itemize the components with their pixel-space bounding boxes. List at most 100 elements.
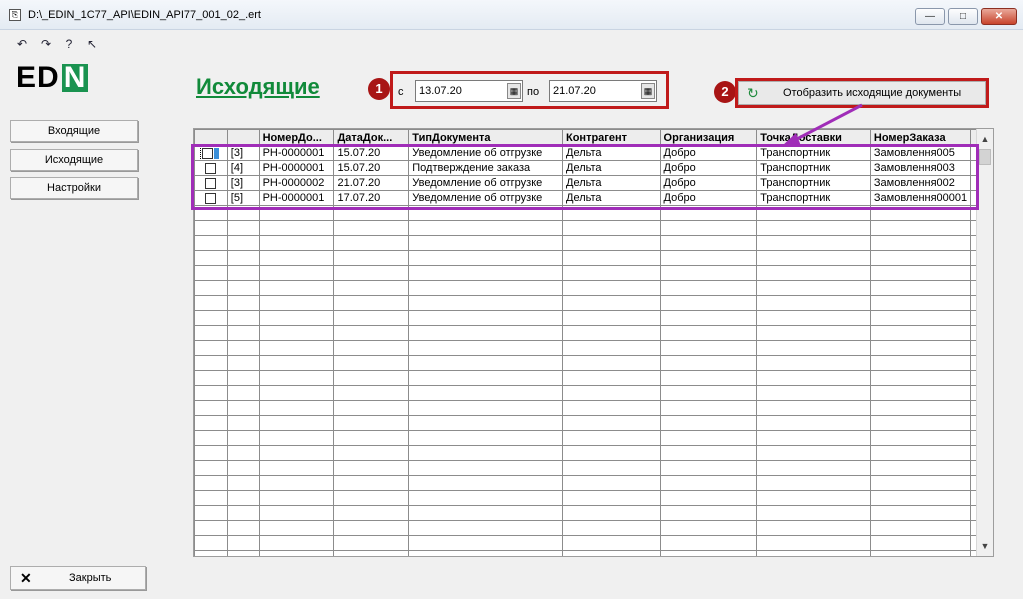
empty-cell — [869, 370, 972, 386]
empty-cell — [258, 415, 335, 431]
scroll-thumb[interactable] — [979, 149, 991, 165]
empty-cell — [226, 520, 260, 536]
empty-cell — [659, 550, 758, 556]
sidebar-item-incoming[interactable]: Входящие — [10, 120, 138, 142]
empty-table-row[interactable] — [194, 400, 993, 416]
empty-table-row[interactable] — [194, 505, 993, 521]
empty-cell — [333, 475, 410, 491]
empty-table-row[interactable] — [194, 295, 993, 311]
empty-cell — [869, 235, 972, 251]
empty-cell — [562, 265, 661, 281]
empty-cell — [869, 445, 972, 461]
empty-cell — [408, 415, 563, 431]
empty-table-row[interactable] — [194, 280, 993, 296]
empty-cell — [408, 310, 563, 326]
close-button[interactable]: ✕ Закрыть — [10, 566, 146, 590]
empty-cell — [756, 280, 871, 296]
empty-table-row[interactable] — [194, 430, 993, 446]
empty-cell — [194, 235, 228, 251]
empty-table-row[interactable] — [194, 310, 993, 326]
empty-table-row[interactable] — [194, 340, 993, 356]
cursor-help-icon[interactable]: ↖ — [84, 36, 100, 52]
empty-cell — [194, 295, 228, 311]
empty-table-row[interactable] — [194, 490, 993, 506]
empty-cell — [333, 550, 410, 556]
empty-cell — [756, 235, 871, 251]
empty-table-row[interactable] — [194, 385, 993, 401]
empty-cell — [408, 355, 563, 371]
empty-table-row[interactable] — [194, 535, 993, 551]
empty-cell — [659, 385, 758, 401]
empty-cell — [194, 415, 228, 431]
empty-table-row[interactable] — [194, 370, 993, 386]
close-window-button[interactable]: ✕ — [981, 8, 1017, 25]
empty-cell — [194, 520, 228, 536]
empty-cell — [756, 295, 871, 311]
empty-cell — [194, 370, 228, 386]
empty-cell — [226, 445, 260, 461]
empty-cell — [659, 340, 758, 356]
empty-cell — [258, 355, 335, 371]
empty-cell — [333, 520, 410, 536]
empty-table-row[interactable] — [194, 520, 993, 536]
empty-table-row[interactable] — [194, 475, 993, 491]
empty-cell — [408, 520, 563, 536]
empty-cell — [408, 250, 563, 266]
empty-table-row[interactable] — [194, 355, 993, 371]
empty-cell — [194, 475, 228, 491]
sidebar-item-settings[interactable]: Настройки — [10, 177, 138, 199]
minimize-button[interactable]: — — [915, 8, 945, 25]
empty-cell — [869, 295, 972, 311]
empty-cell — [869, 340, 972, 356]
empty-cell — [258, 295, 335, 311]
empty-cell — [333, 265, 410, 281]
empty-cell — [562, 535, 661, 551]
empty-table-row[interactable] — [194, 550, 993, 556]
empty-cell — [226, 415, 260, 431]
redo-icon[interactable]: ↷ — [38, 36, 54, 52]
empty-cell — [408, 475, 563, 491]
empty-cell — [562, 370, 661, 386]
annotation-marker-2: 2 — [714, 81, 736, 103]
empty-table-row[interactable] — [194, 250, 993, 266]
calendar-icon[interactable]: ▦ — [507, 83, 521, 99]
empty-cell — [562, 475, 661, 491]
empty-cell — [333, 355, 410, 371]
empty-cell — [869, 265, 972, 281]
empty-table-row[interactable] — [194, 325, 993, 341]
help-icon[interactable]: ? — [61, 36, 77, 52]
empty-cell — [869, 415, 972, 431]
empty-cell — [869, 385, 972, 401]
empty-cell — [756, 505, 871, 521]
empty-cell — [194, 280, 228, 296]
show-outgoing-documents-button[interactable]: ↻ Отобразить исходящие документы — [738, 81, 986, 105]
empty-table-row[interactable] — [194, 265, 993, 281]
empty-cell — [659, 280, 758, 296]
empty-table-row[interactable] — [194, 220, 993, 236]
empty-table-row[interactable] — [194, 460, 993, 476]
empty-cell — [408, 505, 563, 521]
undo-icon[interactable]: ↶ — [14, 36, 30, 52]
scroll-down-icon[interactable]: ▼ — [977, 538, 993, 554]
sidebar-item-outgoing[interactable]: Исходящие — [10, 149, 138, 171]
empty-cell — [659, 445, 758, 461]
close-button-label: Закрыть — [69, 572, 112, 584]
page-title: Исходящие — [196, 74, 320, 99]
empty-table-row[interactable] — [194, 445, 993, 461]
empty-cell — [756, 385, 871, 401]
empty-cell — [226, 505, 260, 521]
calendar-icon[interactable]: ▦ — [641, 83, 655, 99]
close-icon: ✕ — [20, 570, 32, 586]
maximize-button[interactable]: □ — [948, 8, 978, 25]
scroll-up-icon[interactable]: ▲ — [977, 131, 993, 147]
empty-cell — [194, 445, 228, 461]
empty-cell — [333, 400, 410, 416]
title-bar: ⎘ D:\_EDIN_1C77_API\EDIN_API77_001_02_.e… — [0, 0, 1023, 30]
empty-cell — [562, 505, 661, 521]
empty-table-row[interactable] — [194, 415, 993, 431]
empty-cell — [258, 535, 335, 551]
empty-cell — [659, 220, 758, 236]
empty-cell — [659, 415, 758, 431]
empty-cell — [258, 460, 335, 476]
empty-table-row[interactable] — [194, 235, 993, 251]
